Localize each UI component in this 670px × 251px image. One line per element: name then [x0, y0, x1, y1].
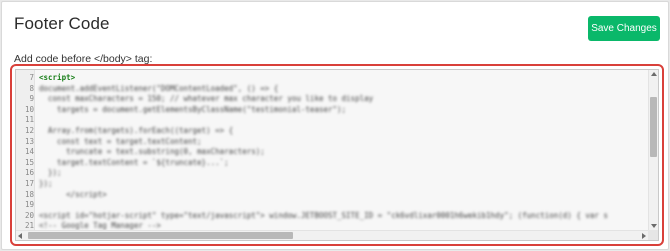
line-number-gutter: 78910111213141516171819202122 — [16, 70, 35, 240]
vertical-scroll-thumb[interactable] — [650, 97, 657, 157]
line-number: 10 — [24, 104, 34, 114]
code-line-blurred: }); — [39, 179, 53, 188]
scroll-down-icon[interactable] — [651, 224, 657, 228]
line-number: 17 — [24, 179, 34, 188]
line-number: 14 — [24, 147, 34, 157]
page-title: Footer Code — [14, 14, 110, 33]
line-number: 13 — [24, 136, 34, 146]
line-number: 9 — [29, 94, 34, 104]
save-changes-button[interactable]: Save Changes — [588, 16, 660, 41]
code-line-blurred: const maxCharacters = 150; // whatever m… — [39, 94, 374, 104]
code-line-visible: <script> — [39, 73, 75, 82]
line-number: 16 — [24, 168, 34, 178]
line-number: 19 — [24, 200, 34, 210]
line-number: 20 — [24, 210, 34, 220]
code-editor[interactable]: 78910111213141516171819202122 <script>do… — [15, 69, 659, 241]
horizontal-scroll-thumb[interactable] — [28, 232, 293, 239]
line-number: 8 — [29, 83, 34, 93]
scroll-up-icon[interactable] — [651, 72, 657, 76]
line-number: 11 — [24, 115, 34, 125]
code-line-blurred: }); — [39, 168, 62, 178]
code-line-blurred: target.textContent = `${truncate}...`; — [39, 157, 229, 167]
vertical-scrollbar[interactable] — [648, 70, 658, 230]
scrollbar-corner — [648, 230, 658, 240]
line-number: 12 — [24, 126, 34, 135]
scroll-left-icon[interactable] — [18, 233, 22, 239]
code-line-blurred: document.addEventListener("DOMContentLoa… — [39, 83, 279, 93]
footer-code-panel: Footer Code Save Changes Add code before… — [1, 1, 669, 250]
code-line-blurred: </script> — [39, 189, 107, 199]
code-line-blurred: Array.from(targets).forEach((target) => … — [39, 126, 234, 135]
code-line-blurred: targets = document.getElementsByClassNam… — [39, 104, 347, 114]
line-number: 15 — [24, 157, 34, 167]
line-number: 18 — [24, 189, 34, 199]
scroll-right-icon[interactable] — [642, 233, 646, 239]
code-line-blurred: truncate = text.substring(0, maxCharacte… — [39, 147, 265, 157]
code-line-blurred: <script id="hotjar-script" type="text/ja… — [39, 210, 608, 220]
editor-highlight: 78910111213141516171819202122 <script>do… — [10, 64, 664, 246]
line-number: 7 — [29, 73, 34, 82]
code-line-blurred: const text = target.textContent; — [39, 136, 202, 146]
script-tag: <script> — [39, 73, 76, 82]
horizontal-scrollbar[interactable] — [16, 230, 648, 240]
